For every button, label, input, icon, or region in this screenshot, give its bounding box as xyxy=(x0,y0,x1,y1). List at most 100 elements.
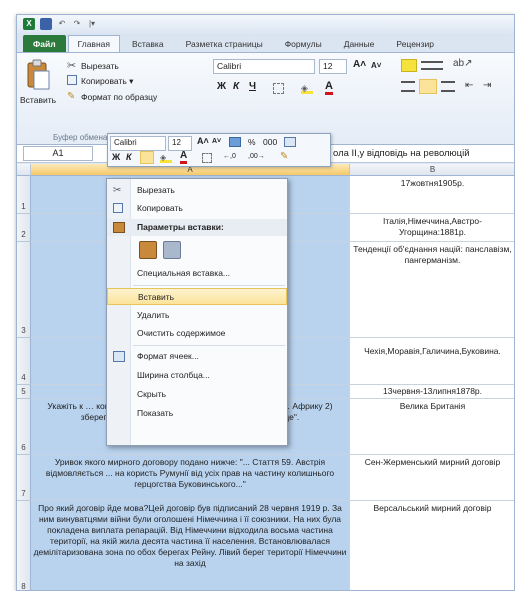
select-all-corner[interactable] xyxy=(17,164,31,176)
tab-file[interactable]: Файл xyxy=(23,35,66,52)
menu-item-unhide-label: Показать xyxy=(137,408,174,418)
excel-logo-icon: X xyxy=(23,18,35,30)
formula-text[interactable]: ола II,у відповідь на революцій xyxy=(333,148,470,159)
font-name-combo[interactable]: Calibri xyxy=(213,59,315,74)
cell-a8[interactable]: Про який договір йде мова?Цей договір бу… xyxy=(31,501,350,590)
menu-item-insert[interactable]: Вставить xyxy=(107,288,287,305)
cell-b1[interactable]: 17жовтня1905р. xyxy=(350,176,514,214)
fill-color-icon[interactable]: ◈ xyxy=(301,83,313,94)
row-header-3[interactable]: 3 xyxy=(17,242,31,338)
copy-button[interactable]: Копировать ▾ xyxy=(81,76,133,87)
mini-format-painter-icon[interactable]: ✎ xyxy=(280,151,288,162)
italic-button[interactable]: К xyxy=(233,81,239,92)
copy-icon xyxy=(67,75,77,85)
menu-item-paste-options-label: Параметры вставки: xyxy=(137,222,224,232)
context-menu: ✂ Вырезать Копировать Параметры вставки:… xyxy=(106,178,288,446)
row-header-5[interactable]: 5 xyxy=(17,385,31,399)
menu-item-paste-special-label: Специальная вставка... xyxy=(137,268,231,278)
align-center-icon[interactable] xyxy=(401,81,415,92)
align-right-icon[interactable] xyxy=(441,81,455,92)
mini-thousands-button[interactable]: 000 xyxy=(263,137,277,147)
row-header-1[interactable]: 1 xyxy=(17,176,31,214)
row-header-7[interactable]: 7 xyxy=(17,455,31,501)
mini-borders-icon[interactable] xyxy=(202,153,212,163)
mini-fill-color-icon[interactable]: ◈ xyxy=(160,153,172,163)
cell-b7[interactable]: Сен-Жерменський мирний договір xyxy=(350,455,514,501)
paste-option-values-icon[interactable] xyxy=(163,241,181,259)
menu-item-paste-special[interactable]: Специальная вставка... xyxy=(107,265,287,282)
menu-item-cut-label: Вырезать xyxy=(137,185,175,195)
tab-formulas[interactable]: Формулы xyxy=(275,35,332,52)
menu-item-clear-contents[interactable]: Очистить содержимое xyxy=(107,325,287,342)
tab-insert[interactable]: Вставка xyxy=(122,35,174,52)
excel-window: X ↶ ↷ |▾ Файл Главная Вставка Разметка с… xyxy=(16,14,515,591)
cell-b5[interactable]: 13червня-13липня1878р. xyxy=(350,385,514,399)
mini-shrink-font-button[interactable]: A˅ xyxy=(212,138,221,145)
cell-a7[interactable]: Уривок якого мирного договору подано ниж… xyxy=(31,455,350,501)
mini-center-selected-icon[interactable] xyxy=(140,151,154,164)
cell-b6[interactable]: Велика Британія xyxy=(350,399,514,455)
tab-page-layout[interactable]: Разметка страницы xyxy=(176,35,273,52)
name-box[interactable]: A1 xyxy=(23,146,93,161)
mini-toolbar: Calibri 12 A˄ A˅ % 000 Ж К ◈ A ←,0 ,00→ … xyxy=(107,133,331,167)
cell-b4[interactable]: Чехія,Моравія,Галичина,Буковина. xyxy=(350,338,514,385)
mini-merge-icon[interactable] xyxy=(284,137,296,147)
row-header-8[interactable]: 8 xyxy=(17,501,31,590)
quick-access-toolbar: X ↶ ↷ |▾ xyxy=(17,15,514,33)
cell-b8[interactable]: Версальський мирний договір xyxy=(350,501,514,590)
mini-grow-font-button[interactable]: A˄ xyxy=(197,136,209,146)
decrease-indent-icon[interactable]: ⇤ xyxy=(465,80,473,91)
shrink-font-button[interactable]: A˅ xyxy=(371,61,381,70)
undo-icon[interactable]: ↶ xyxy=(57,18,67,30)
mini-font-color-icon[interactable]: A xyxy=(180,151,188,164)
font-size-combo[interactable]: 12 xyxy=(319,59,347,74)
menu-item-format-cells-label: Формат ячеек... xyxy=(137,351,199,361)
bold-button[interactable]: Ж xyxy=(217,81,226,92)
column-header-b[interactable]: B xyxy=(350,164,514,176)
format-painter-button[interactable]: Формат по образцу xyxy=(81,92,157,102)
align-lines-icon[interactable] xyxy=(421,61,443,70)
menu-item-hide[interactable]: Скрыть xyxy=(107,386,287,403)
align-center-selected-icon[interactable] xyxy=(419,79,437,94)
paste-icon[interactable] xyxy=(25,59,51,93)
mini-font-combo[interactable]: Calibri xyxy=(110,136,166,151)
menu-item-delete-label: Удалить xyxy=(137,310,170,320)
menu-item-copy-label: Копировать xyxy=(137,203,183,213)
menu-item-copy[interactable]: Копировать xyxy=(107,200,287,217)
row-header-6[interactable]: 6 xyxy=(17,399,31,455)
mini-decrease-decimal-button[interactable]: ,00→ xyxy=(248,153,265,160)
mini-bold-button[interactable]: Ж xyxy=(112,152,120,162)
paste-button[interactable]: Вставить xyxy=(20,95,56,105)
menu-item-delete[interactable]: Удалить xyxy=(107,307,287,324)
menu-item-unhide[interactable]: Показать xyxy=(107,405,287,422)
tab-home[interactable]: Главная xyxy=(67,35,120,52)
mini-size-combo[interactable]: 12 xyxy=(168,136,192,151)
cut-button[interactable]: Вырезать xyxy=(81,61,119,71)
menu-item-format-cells[interactable]: Формат ячеек... xyxy=(107,348,287,365)
font-color-icon[interactable]: A xyxy=(325,81,333,95)
customize-toolbar-icon[interactable]: |▾ xyxy=(87,18,97,30)
menu-item-cut[interactable]: ✂ Вырезать xyxy=(107,182,287,199)
tab-data[interactable]: Данные xyxy=(334,35,385,52)
borders-icon[interactable] xyxy=(273,83,284,94)
row-header-2[interactable]: 2 xyxy=(17,214,31,242)
redo-icon[interactable]: ↷ xyxy=(72,18,82,30)
paste-option-keep-icon[interactable] xyxy=(139,241,157,259)
ribbon-tabs: Файл Главная Вставка Разметка страницы Ф… xyxy=(17,33,514,53)
clipboard-icon xyxy=(113,222,125,233)
underline-button[interactable]: Ч xyxy=(249,81,256,92)
cell-b3[interactable]: Тенденції об'єднання націй: панславізм, … xyxy=(350,242,514,338)
tab-review[interactable]: Рецензир xyxy=(386,35,444,52)
cell-b2[interactable]: Італія,Німеччина,Австро-Угорщина:1881р. xyxy=(350,214,514,242)
save-icon[interactable] xyxy=(40,18,52,30)
mini-italic-button[interactable]: К xyxy=(126,152,132,162)
row-header-4[interactable]: 4 xyxy=(17,338,31,385)
mini-accounting-icon[interactable] xyxy=(229,137,241,147)
fill-yellow-icon[interactable] xyxy=(401,59,417,72)
mini-increase-decimal-button[interactable]: ←,0 xyxy=(223,153,236,160)
grow-font-button[interactable]: A˄ xyxy=(353,59,366,70)
menu-item-column-width[interactable]: Ширина столбца... xyxy=(107,367,287,384)
mini-percent-button[interactable]: % xyxy=(248,137,256,147)
orientation-icon[interactable]: ab↗ xyxy=(453,58,473,69)
increase-indent-icon[interactable]: ⇥ xyxy=(483,80,491,91)
